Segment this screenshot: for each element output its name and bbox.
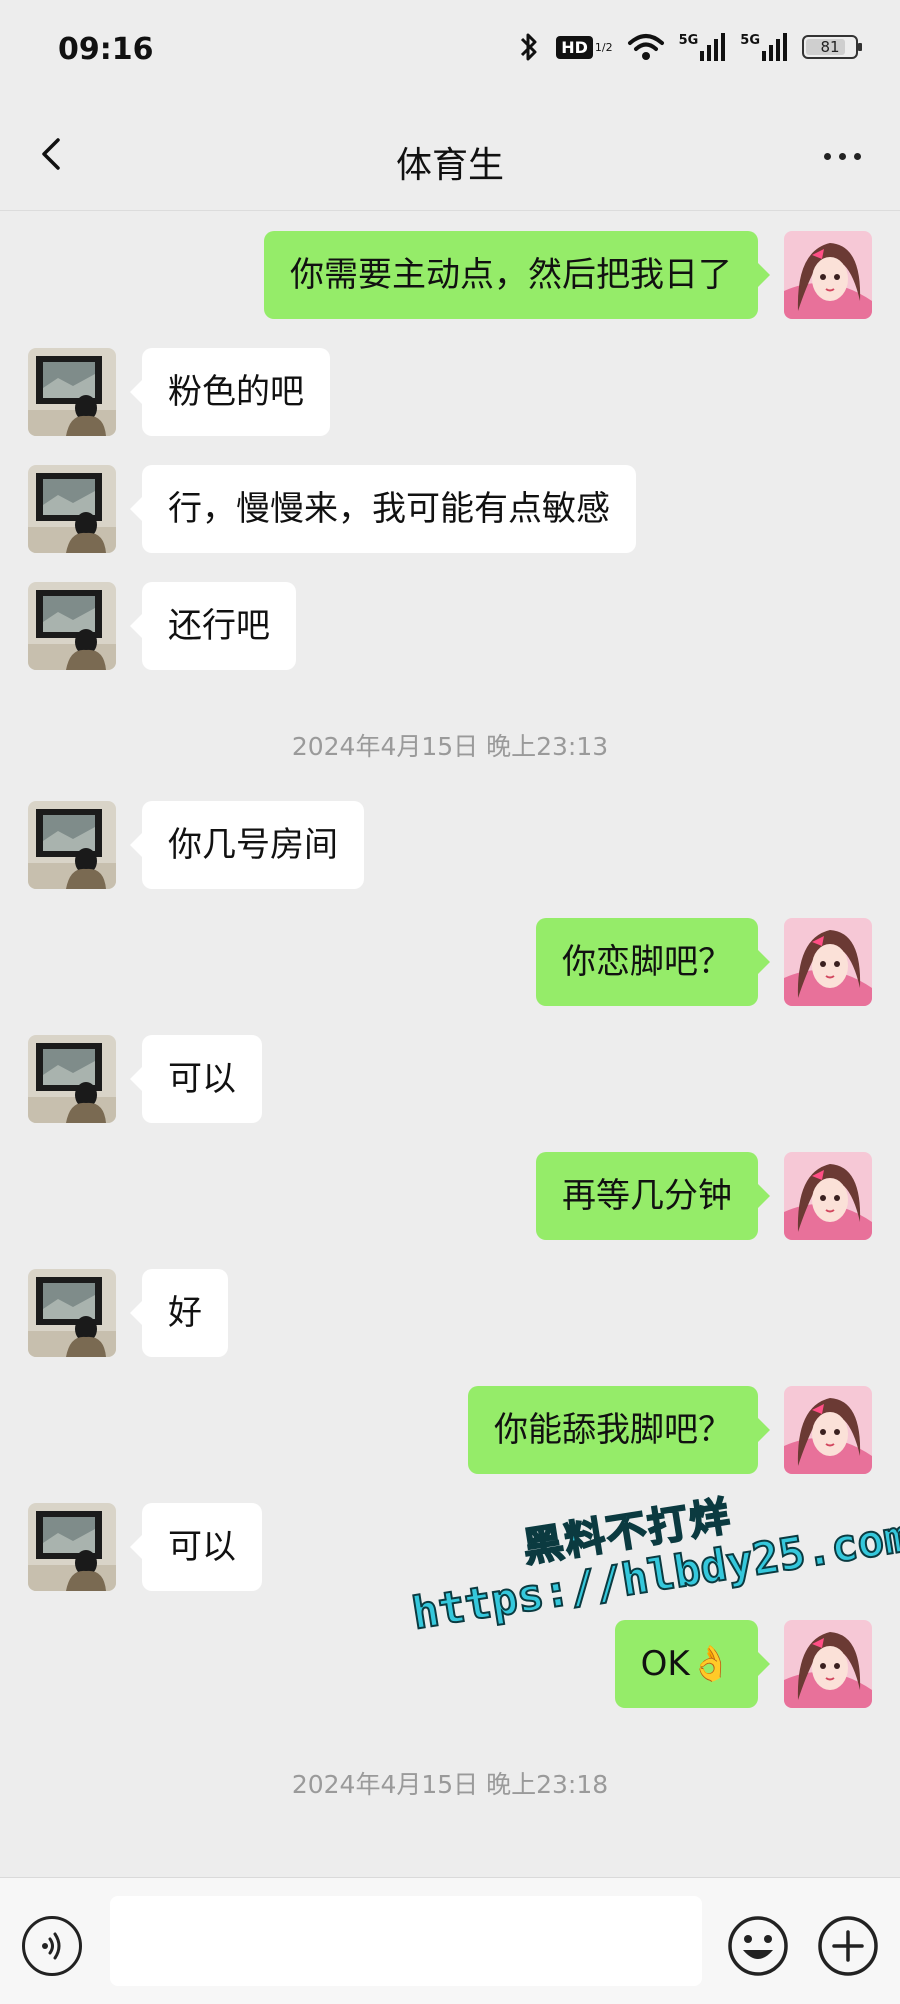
contact-avatar[interactable] <box>28 1035 116 1123</box>
voice-button[interactable] <box>22 1916 82 1976</box>
page-title: 体育生 <box>395 145 504 186</box>
my-avatar[interactable] <box>784 1386 872 1474</box>
received-message-bubble[interactable]: 行，慢慢来，我可能有点敏感 <box>130 465 636 553</box>
received-message-bubble[interactable]: 你几号房间 <box>130 801 364 889</box>
message-timestamp: 2024年4月15日 晚上23:18 <box>291 1770 609 1799</box>
signal-5g-1: 5G <box>679 33 727 61</box>
contact-avatar[interactable] <box>28 1503 116 1591</box>
input-bar <box>0 1877 900 2004</box>
message-input[interactable] <box>110 1896 702 1986</box>
emoji-button[interactable] <box>726 1914 790 1978</box>
battery-icon: 81 <box>802 35 862 59</box>
message-timestamp: 2024年4月15日 晚上23:13 <box>291 732 609 761</box>
hd-label: HD <box>556 35 593 59</box>
more-dots-icon <box>823 152 831 160</box>
voice-icon <box>42 1932 61 1960</box>
contact-avatar[interactable] <box>28 348 116 436</box>
plus-button[interactable] <box>816 1914 880 1978</box>
sent-message-bubble[interactable]: 再等几分钟 <box>536 1152 770 1240</box>
status-icons: HD 1/2 5G 5G 81 <box>516 30 862 64</box>
sent-message-bubble[interactable]: 你需要主动点，然后把我日了 <box>264 231 770 319</box>
received-message-bubble[interactable]: 好 <box>130 1269 228 1357</box>
received-message-bubble[interactable]: 粉色的吧 <box>130 348 330 436</box>
contact-avatar[interactable] <box>28 582 116 670</box>
received-message-bubble[interactable]: 可以 <box>130 1035 262 1123</box>
more-button[interactable] <box>812 136 872 176</box>
signal-bars-icon <box>700 33 726 61</box>
my-avatar[interactable] <box>784 231 872 319</box>
my-avatar[interactable] <box>784 918 872 1006</box>
emoji-icon <box>728 1916 788 1976</box>
status-time: 09:16 <box>58 32 154 67</box>
signal-5g-1-label: 5G <box>678 33 699 48</box>
received-message-bubble[interactable]: 可以 <box>130 1503 262 1591</box>
hd-sub: 1/2 <box>594 40 613 54</box>
contact-avatar[interactable] <box>28 1269 116 1357</box>
hd-badge: HD 1/2 <box>556 35 613 59</box>
plus-icon <box>818 1916 878 1976</box>
sent-message-bubble[interactable]: 你恋脚吧？ <box>536 918 770 1006</box>
contact-avatar[interactable] <box>28 801 116 889</box>
bluetooth-icon <box>521 33 537 61</box>
sent-message-bubble[interactable]: OK👌 <box>614 1620 771 1708</box>
message-list[interactable]: 你需要主动点，然后把我日了粉色的吧行，慢慢来，我可能有点敏感 还行吧 2024年4月… <box>0 211 900 1877</box>
received-message-bubble[interactable]: 还行吧 <box>130 582 296 670</box>
signal-5g-2: 5G <box>740 33 788 61</box>
contact-avatar[interactable] <box>28 465 116 553</box>
status-bar: 09:16 HD 1/2 5G 5G 81 <box>0 0 900 100</box>
signal-bars-icon <box>762 33 787 61</box>
signal-5g-2-label: 5G <box>740 33 760 48</box>
my-avatar[interactable] <box>784 1620 872 1708</box>
chat-header: 体育生 <box>0 100 900 211</box>
wifi-icon <box>627 34 664 60</box>
sent-message-bubble[interactable]: 你能舔我脚吧？ <box>468 1386 770 1474</box>
my-avatar[interactable] <box>784 1152 872 1240</box>
battery-level: 81 <box>820 38 840 56</box>
